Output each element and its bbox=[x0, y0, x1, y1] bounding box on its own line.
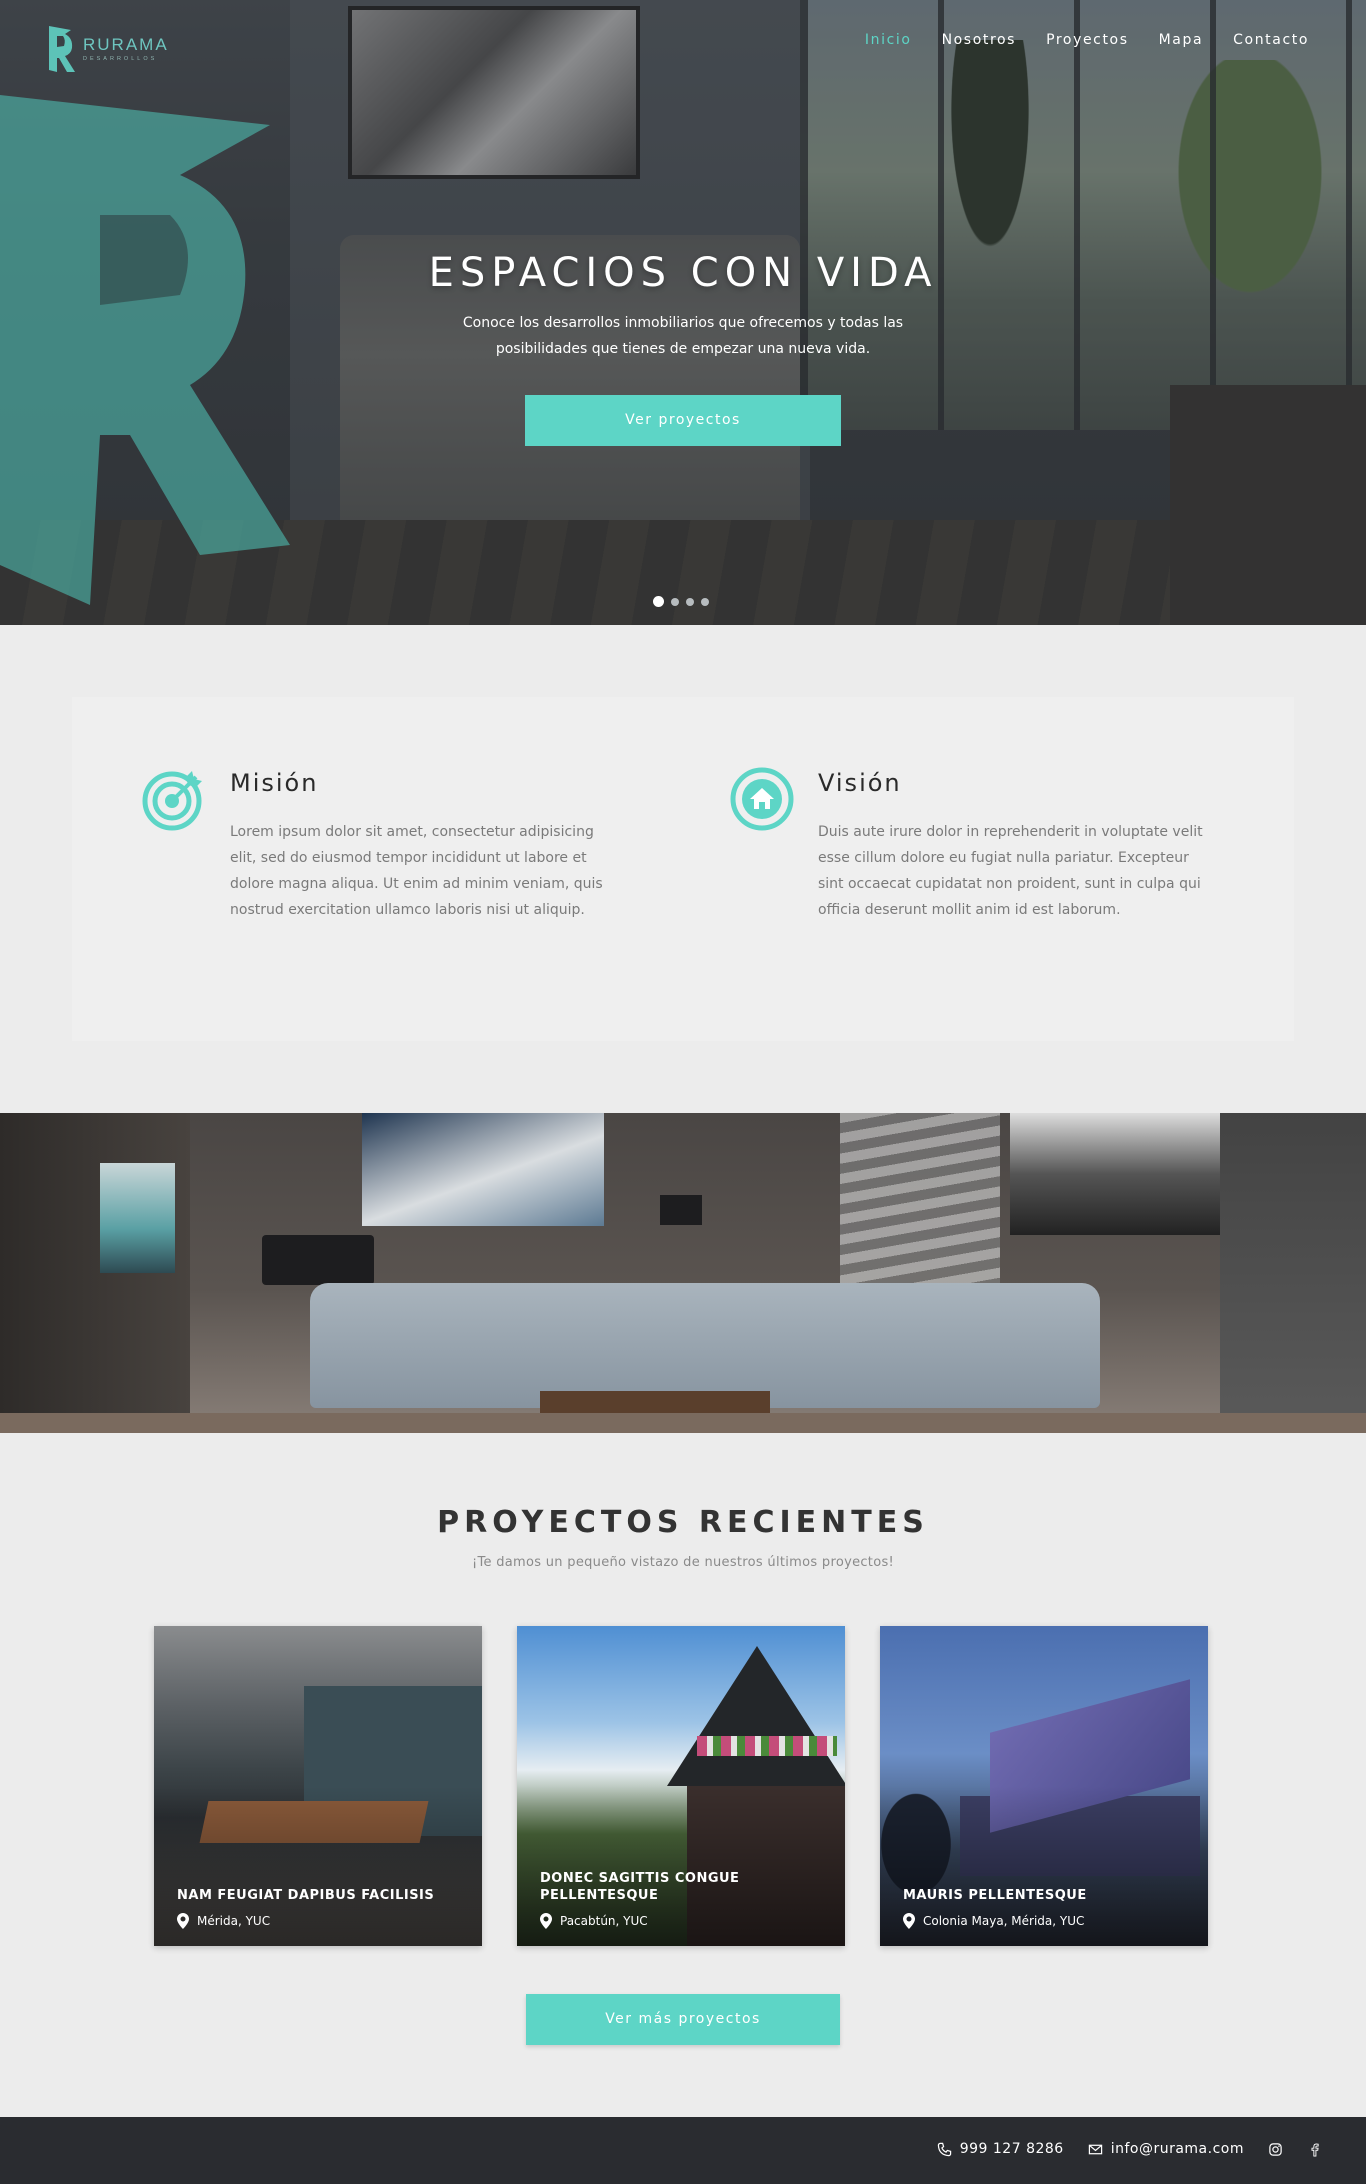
nav-item-contacto[interactable]: Contacto bbox=[1233, 32, 1309, 48]
logo[interactable]: RURAMA DESARROLLOS bbox=[47, 24, 169, 74]
banner-sofa bbox=[310, 1283, 1100, 1408]
project-location: Colonia Maya, Mérida, YUC bbox=[903, 1913, 1084, 1929]
project-location-text: Pacabtún, YUC bbox=[560, 1914, 648, 1928]
project-location: Mérida, YUC bbox=[177, 1913, 270, 1929]
nav-item-proyectos[interactable]: Proyectos bbox=[1046, 32, 1129, 48]
mail-icon bbox=[1088, 2144, 1102, 2154]
phone-icon bbox=[937, 2142, 951, 2156]
target-icon bbox=[142, 771, 202, 831]
slider-dot-3[interactable] bbox=[686, 597, 694, 606]
brand-name: RURAMA bbox=[83, 35, 169, 54]
footer: 999 127 8286 info@rurama.com bbox=[0, 2117, 1366, 2184]
project-card[interactable]: DONEC SAGITTIS CONGUE PELLENTESQUE Pacab… bbox=[517, 1626, 845, 1946]
mission-text: Lorem ipsum dolor sit amet, consectetur … bbox=[230, 824, 603, 918]
footer-email-text: info@rurama.com bbox=[1110, 2141, 1244, 2157]
facebook-icon[interactable] bbox=[1307, 2142, 1322, 2157]
slider-dot-1[interactable] bbox=[653, 596, 664, 607]
slider-dot-4[interactable] bbox=[701, 597, 709, 606]
nav-item-nosotros[interactable]: Nosotros bbox=[942, 32, 1017, 48]
hero-subtitle: Conoce los desarrollos inmobiliarios que… bbox=[462, 315, 904, 357]
banner-lamp bbox=[262, 1235, 374, 1285]
mission-title: Misión bbox=[230, 769, 319, 797]
ver-proyectos-button[interactable]: Ver proyectos bbox=[525, 395, 841, 446]
nav-item-mapa[interactable]: Mapa bbox=[1159, 32, 1204, 48]
map-pin-icon bbox=[903, 1913, 915, 1929]
footer-phone[interactable]: 999 127 8286 bbox=[937, 2141, 1064, 2157]
home-icon bbox=[730, 767, 794, 831]
mission-vision-card: Misión Lorem ipsum dolor sit amet, conse… bbox=[72, 697, 1294, 1041]
living-room-banner bbox=[0, 1113, 1366, 1433]
brand-tagline: DESARROLLOS bbox=[83, 56, 158, 62]
ver-mas-proyectos-button[interactable]: Ver más proyectos bbox=[526, 1994, 840, 2045]
hero-title: ESPACIOS CON VIDA bbox=[428, 250, 938, 296]
hero-content: ESPACIOS CON VIDA Conoce los desarrollos… bbox=[0, 250, 1366, 362]
map-pin-icon bbox=[177, 1913, 189, 1929]
banner-painting bbox=[362, 1113, 604, 1226]
slider-dot-2[interactable] bbox=[671, 597, 679, 606]
projects-subtitle: ¡Te damos un pequeño vistazo de nuestros… bbox=[471, 1555, 895, 1570]
project-location-text: Colonia Maya, Mérida, YUC bbox=[923, 1914, 1085, 1928]
main-nav: Inicio Nosotros Proyectos Mapa Contacto bbox=[865, 32, 1309, 48]
banner-bookshelf bbox=[0, 1113, 190, 1433]
hero-slider: RURAMA DESARROLLOS Inicio Nosotros Proye… bbox=[0, 0, 1366, 625]
banner-photo bbox=[1010, 1113, 1222, 1235]
banner-right-wall bbox=[1220, 1113, 1366, 1433]
banner-small-painting bbox=[100, 1163, 175, 1273]
project-name: MAURIS PELLENTESQUE bbox=[903, 1888, 1087, 1903]
project-location: Pacabtún, YUC bbox=[540, 1913, 648, 1929]
footer-contact: 999 127 8286 info@rurama.com bbox=[937, 2141, 1322, 2157]
project-card[interactable]: NAM FEUGIAT DAPIBUS FACILISIS Mérida, YU… bbox=[154, 1626, 482, 1946]
instagram-icon[interactable] bbox=[1268, 2142, 1283, 2157]
map-pin-icon bbox=[540, 1913, 552, 1929]
footer-email[interactable]: info@rurama.com bbox=[1088, 2141, 1244, 2157]
nav-item-inicio[interactable]: Inicio bbox=[865, 32, 912, 48]
vision-title: Visión bbox=[818, 769, 902, 797]
banner-floor bbox=[0, 1413, 1366, 1433]
banner-lamp-2 bbox=[660, 1195, 702, 1225]
project-card[interactable]: MAURIS PELLENTESQUE Colonia Maya, Mérida… bbox=[880, 1626, 1208, 1946]
projects-title: PROYECTOS RECIENTES bbox=[437, 1505, 929, 1540]
project-name: DONEC SAGITTIS CONGUE PELLENTESQUE bbox=[540, 1871, 740, 1903]
footer-phone-text: 999 127 8286 bbox=[959, 2141, 1064, 2157]
project-name: NAM FEUGIAT DAPIBUS FACILISIS bbox=[177, 1888, 435, 1903]
project-location-text: Mérida, YUC bbox=[197, 1914, 271, 1928]
slider-dots bbox=[653, 596, 709, 607]
rurama-logo-icon bbox=[49, 26, 75, 72]
vision-text: Duis aute irure dolor in reprehenderit i… bbox=[818, 824, 1203, 918]
